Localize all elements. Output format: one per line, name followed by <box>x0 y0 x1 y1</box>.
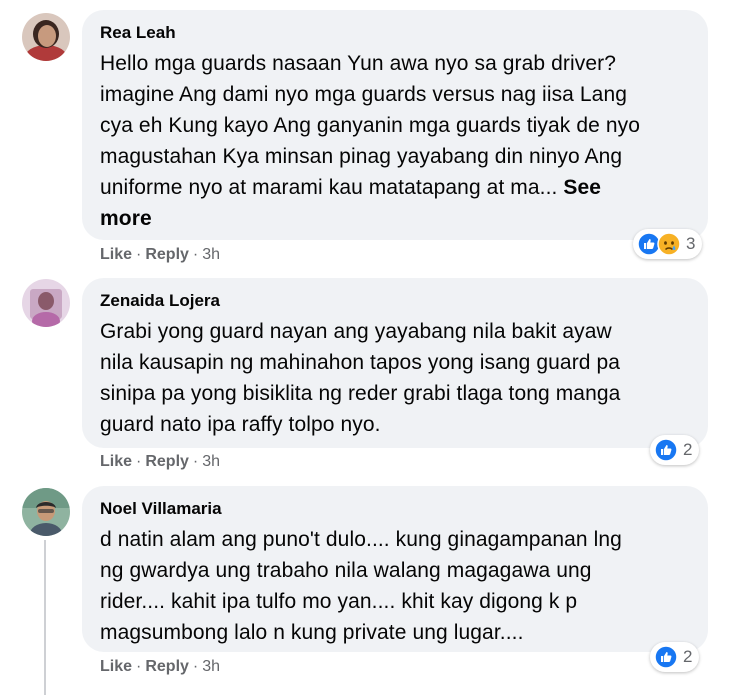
separator: · <box>136 246 142 263</box>
comment-text: d natin alam ang puno't dulo.... kung gi… <box>100 528 622 644</box>
avatar[interactable] <box>22 279 70 327</box>
comment-author[interactable]: Noel Villamaria <box>100 498 690 520</box>
avatar-photo <box>22 279 70 327</box>
comment-text: Grabi yong guard nayan ang yayabang nila… <box>100 320 621 436</box>
comment-author[interactable]: Rea Leah <box>100 22 690 44</box>
comment-actions: Like · Reply · 3h <box>100 246 220 264</box>
reactions-summary[interactable]: 2 <box>650 642 700 672</box>
reply-thread-line <box>44 540 46 695</box>
comment-body: Hello mga guards nasaan Yun awa nyo sa g… <box>100 52 640 199</box>
avatar[interactable] <box>22 13 70 61</box>
like-icon <box>654 438 678 462</box>
comment-actions: Like · Reply · 3h <box>100 453 220 471</box>
separator: · <box>192 246 199 263</box>
reaction-count: 3 <box>686 234 696 253</box>
timestamp[interactable]: 3h <box>202 246 220 264</box>
separator: · <box>192 658 199 675</box>
avatar-photo <box>22 488 70 536</box>
timestamp[interactable]: 3h <box>202 453 220 471</box>
comment-author[interactable]: Zenaida Lojera <box>100 290 690 312</box>
like-icon <box>654 645 678 669</box>
like-button[interactable]: Like <box>100 658 132 676</box>
reply-button[interactable]: Reply <box>145 658 189 676</box>
reactions-summary[interactable]: 3 <box>633 229 703 259</box>
comment-actions: Like · Reply · 3h <box>100 658 220 676</box>
avatar-photo <box>22 13 70 61</box>
reactions-summary[interactable]: 2 <box>650 435 700 465</box>
separator: · <box>192 453 199 470</box>
separator: · <box>136 658 142 675</box>
comment-bubble: Rea Leah Hello mga guards nasaan Yun awa… <box>82 10 708 240</box>
reaction-count: 2 <box>683 440 693 459</box>
comment-bubble: Noel Villamaria d natin alam ang puno't … <box>82 486 708 652</box>
like-button[interactable]: Like <box>100 246 132 264</box>
reaction-count: 2 <box>683 647 693 666</box>
avatar[interactable] <box>22 488 70 536</box>
timestamp[interactable]: 3h <box>202 658 220 676</box>
like-button[interactable]: Like <box>100 453 132 471</box>
sad-icon <box>657 232 681 256</box>
comment-bubble: Zenaida Lojera Grabi yong guard nayan an… <box>82 278 708 448</box>
reply-button[interactable]: Reply <box>145 453 189 471</box>
separator: · <box>136 453 142 470</box>
comment-text: Hello mga guards nasaan Yun awa nyo sa g… <box>100 48 690 234</box>
reply-button[interactable]: Reply <box>145 246 189 264</box>
